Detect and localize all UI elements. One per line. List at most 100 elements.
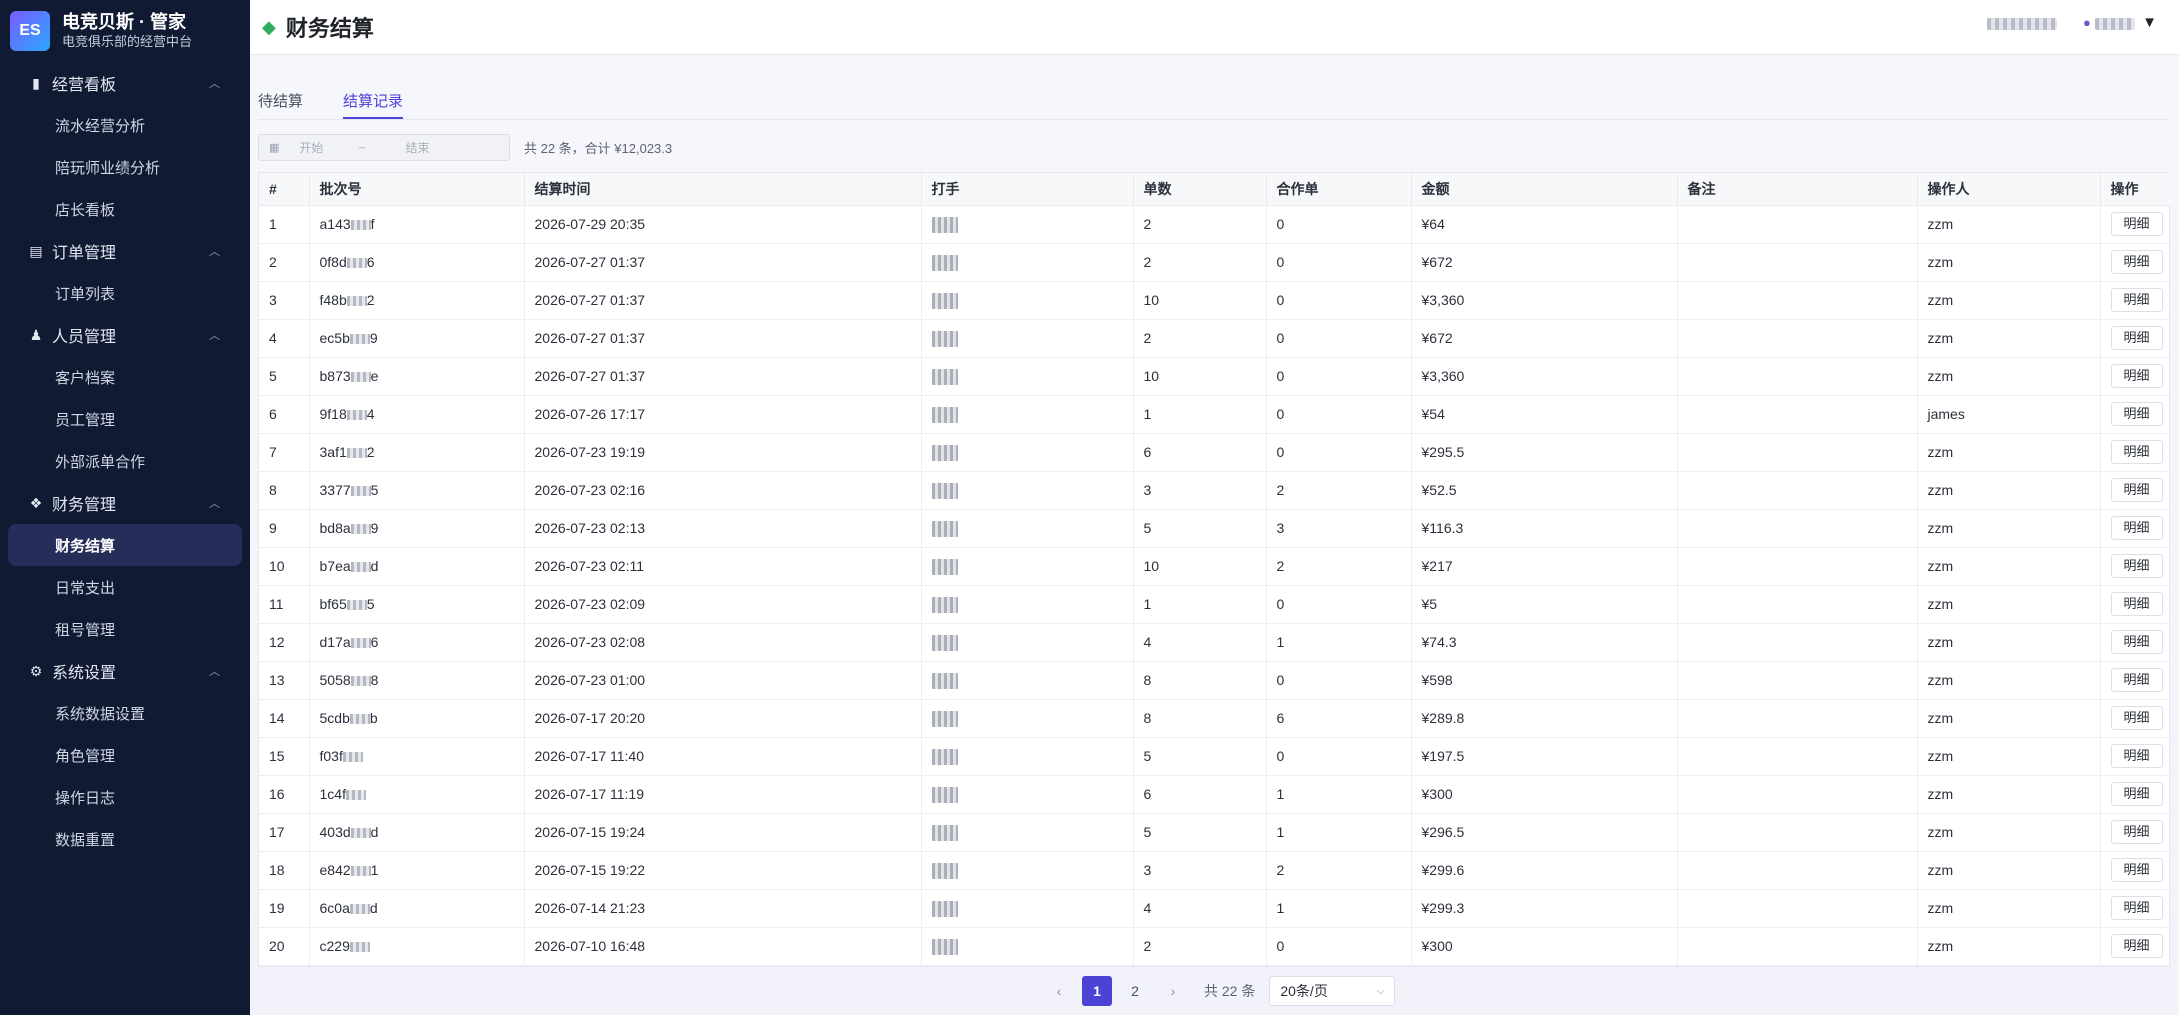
detail-button[interactable]: 明细 — [2110, 668, 2163, 692]
next-page-button[interactable]: › — [1158, 976, 1188, 1006]
prev-page-button[interactable]: ‹ — [1044, 976, 1074, 1006]
cell-coop-count: 0 — [1266, 395, 1412, 434]
cell-order-count: 4 — [1133, 623, 1267, 662]
cell-action: 明细 — [2100, 699, 2171, 738]
cell-order-count: 6 — [1133, 433, 1267, 472]
chevron-up-icon: ︿ — [209, 498, 220, 510]
cell-operator: zzm — [1917, 509, 2101, 548]
sidebar-item[interactable]: 日常支出 — [0, 566, 250, 608]
page-2-button[interactable]: 2 — [1120, 976, 1150, 1006]
batch-id-prefix: 3af1 — [319, 444, 347, 460]
batch-id-redacted — [350, 220, 371, 231]
cell-note — [1677, 547, 1918, 586]
date-range-picker[interactable]: ▦ 开始 ~ 结束 — [258, 134, 510, 161]
menu-group-0[interactable]: ▮ 经营看板 ︿ — [0, 62, 250, 104]
table-row: 8 3377 5 2026-07-23 02:16 3 2 ¥52.5 zzm 明细 — [259, 471, 2171, 510]
sidebar-item[interactable]: 角色管理 — [0, 734, 250, 776]
detail-button[interactable]: 明细 — [2110, 288, 2163, 312]
cell-order-count: 5 — [1133, 509, 1267, 548]
sidebar-item[interactable]: 员工管理 — [0, 398, 250, 440]
detail-button[interactable]: 明细 — [2110, 820, 2163, 844]
detail-button[interactable]: 明细 — [2110, 212, 2163, 236]
cell-note — [1677, 623, 1918, 662]
cell-settle-time: 2026-07-14 21:23 — [524, 889, 922, 928]
detail-button[interactable]: 明细 — [2110, 858, 2163, 882]
start-date-input[interactable]: 开始 — [299, 139, 323, 156]
cell-index: 16 — [259, 775, 310, 814]
detail-button[interactable]: 明细 — [2110, 706, 2163, 730]
cell-action: 明细 — [2100, 205, 2171, 244]
sidebar-item[interactable]: 陪玩师业绩分析 — [0, 146, 250, 188]
detail-button[interactable]: 明细 — [2110, 364, 2163, 388]
top-bar: ◆ 财务结算 ● ▼ — [250, 0, 2179, 55]
sidebar-item[interactable]: 客户档案 — [0, 356, 250, 398]
menu-group-4[interactable]: ⚙ 系统设置 ︿ — [0, 650, 250, 692]
player-name-redacted — [931, 216, 958, 233]
detail-button[interactable]: 明细 — [2110, 782, 2163, 806]
detail-button[interactable]: 明细 — [2110, 896, 2163, 920]
detail-button[interactable]: 明细 — [2110, 592, 2163, 616]
detail-button[interactable]: 明细 — [2110, 478, 2163, 502]
store-switcher[interactable] — [1987, 15, 2058, 30]
detail-button[interactable]: 明细 — [2110, 630, 2163, 654]
sidebar-item[interactable]: 数据重置 — [0, 818, 250, 860]
player-name-redacted — [931, 330, 958, 347]
app-subtitle: 电竞俱乐部的经营中台 — [62, 34, 193, 49]
cell-operator: zzm — [1917, 205, 2101, 244]
cell-operator: zzm — [1917, 813, 2101, 852]
end-date-input[interactable]: 结束 — [405, 139, 429, 156]
cell-note — [1677, 471, 1918, 510]
table-row: 13 5058 8 2026-07-23 01:00 8 0 ¥598 zzm 明细 — [259, 661, 2171, 700]
sidebar-item[interactable]: 外部派单合作 — [0, 440, 250, 482]
cell-amount: ¥74.3 — [1411, 623, 1678, 662]
tab-pending[interactable]: 待结算 — [258, 90, 303, 119]
cell-player — [921, 813, 1134, 852]
column-header: 结算时间 — [524, 173, 922, 206]
cell-note — [1677, 813, 1918, 852]
sidebar-item[interactable]: 流水经营分析 — [0, 104, 250, 146]
detail-button[interactable]: 明细 — [2110, 744, 2163, 768]
batch-id-prefix: bf65 — [319, 596, 347, 612]
cell-order-count: 1 — [1133, 585, 1267, 624]
batch-id-suffix: 6 — [366, 254, 375, 270]
menu-group-1[interactable]: ▤ 订单管理 ︿ — [0, 230, 250, 272]
detail-button[interactable]: 明细 — [2110, 440, 2163, 464]
cell-batch-id: b873 e — [309, 357, 525, 396]
batch-id-suffix: b — [369, 710, 378, 726]
sidebar-item[interactable]: 操作日志 — [0, 776, 250, 818]
cell-amount: ¥116.3 — [1411, 509, 1678, 548]
sidebar-item[interactable]: 租号管理 — [0, 608, 250, 650]
sidebar-item[interactable]: 财务结算 — [8, 524, 242, 566]
detail-button[interactable]: 明细 — [2110, 516, 2163, 540]
sidebar-item[interactable]: 店长看板 — [0, 188, 250, 230]
detail-button[interactable]: 明细 — [2110, 402, 2163, 426]
detail-button[interactable]: 明细 — [2110, 326, 2163, 350]
detail-button[interactable]: 明细 — [2110, 250, 2163, 274]
cell-order-count: 8 — [1133, 699, 1267, 738]
detail-button[interactable]: 明细 — [2110, 934, 2163, 958]
sidebar-item[interactable]: 系统数据设置 — [0, 692, 250, 734]
cell-coop-count: 0 — [1266, 661, 1412, 700]
tab-records[interactable]: 结算记录 — [343, 90, 404, 119]
cell-coop-count: 1 — [1266, 623, 1412, 662]
cell-coop-count: 0 — [1266, 585, 1412, 624]
menu-group-2[interactable]: ♟ 人员管理 ︿ — [0, 314, 250, 356]
cell-coop-count: 2 — [1266, 851, 1412, 890]
cell-settle-time: 2026-07-15 19:24 — [524, 813, 922, 852]
user-menu[interactable]: ● ▼ — [2083, 14, 2157, 31]
money-bag-icon: ❖ — [29, 494, 43, 511]
batch-id-prefix: 403d — [319, 824, 351, 840]
batch-id-suffix: 2 — [366, 292, 375, 308]
sidebar-item[interactable]: 订单列表 — [0, 272, 250, 314]
detail-button[interactable]: 明细 — [2110, 554, 2163, 578]
menu-group-3[interactable]: ❖ 财务管理 ︿ — [0, 482, 250, 524]
page-size-select[interactable]: 20条/页 ⌵ — [1269, 976, 1396, 1006]
batch-id-prefix: bd8a — [319, 520, 351, 536]
cell-batch-id: 403d d — [309, 813, 525, 852]
cell-coop-count: 3 — [1266, 509, 1412, 548]
cell-index: 15 — [259, 737, 310, 776]
cell-settle-time: 2026-07-15 19:22 — [524, 851, 922, 890]
cell-note — [1677, 281, 1918, 320]
page-1-button[interactable]: 1 — [1082, 976, 1112, 1006]
batch-id-prefix: ec5b — [319, 330, 350, 346]
